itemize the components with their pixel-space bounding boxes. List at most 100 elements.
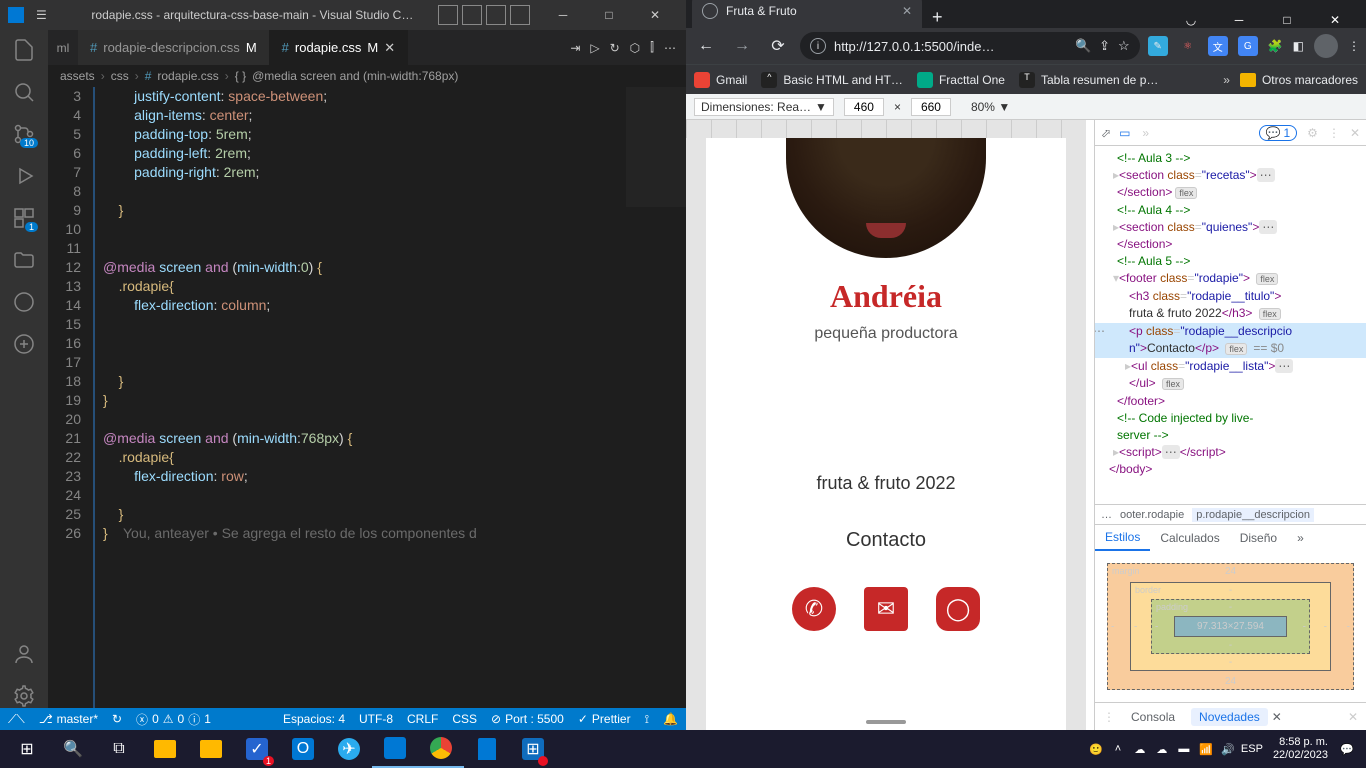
maximize-button[interactable]: □ xyxy=(586,0,632,30)
split-icon[interactable]: ⫿ xyxy=(650,40,654,55)
hamburger-icon[interactable]: ☰ xyxy=(36,8,47,22)
back-button[interactable]: ← xyxy=(692,37,720,55)
chrome-menu-button[interactable]: ⋮ xyxy=(1348,39,1360,53)
bell-icon[interactable]: 🔔 xyxy=(663,712,678,726)
settings-icon[interactable] xyxy=(12,684,36,708)
site-info-icon[interactable]: i xyxy=(810,38,826,54)
profile-avatar[interactable] xyxy=(1314,34,1338,58)
panel-right-icon[interactable] xyxy=(486,5,506,25)
vscode-titlebar[interactable]: ☰ rodapie.css - arquitectura-css-base-ma… xyxy=(0,0,686,30)
bookmarks-overflow[interactable]: » xyxy=(1223,73,1230,87)
bookmark-tabla[interactable]: TTabla resumen de p… xyxy=(1019,72,1158,88)
address-bar[interactable]: i http://127.0.0.1:5500/inde… 🔍 ⇪ ☆ xyxy=(800,32,1140,60)
chrome-taskbar[interactable] xyxy=(418,730,464,768)
telegram-taskbar[interactable]: ✈ xyxy=(326,730,372,768)
todo-taskbar[interactable]: ✓1 xyxy=(234,730,280,768)
device-toggle-icon[interactable]: ▭ xyxy=(1119,126,1130,140)
tab-rodapie-descripcion[interactable]: #rodapie-descripcion.css M xyxy=(78,30,270,65)
elements-breadcrumb[interactable]: … ooter.rodapie p.rodapie__descripcion xyxy=(1095,504,1366,524)
forward-button[interactable]: → xyxy=(728,37,756,55)
preview-resizer[interactable]: ⋮⋮ xyxy=(1086,120,1094,730)
start-button[interactable]: ⊞ xyxy=(4,730,50,768)
close-drawer-tab[interactable]: ✕ xyxy=(1272,710,1282,724)
vscode-taskbar[interactable] xyxy=(372,730,418,768)
chrome-tab[interactable]: Fruta & Fruto ✕ xyxy=(692,0,922,28)
email-icon[interactable]: ✉ xyxy=(864,587,908,631)
live-share-icon[interactable] xyxy=(12,332,36,356)
drawer-novedades[interactable]: Novedades xyxy=(1191,708,1268,726)
bookmark-gmail[interactable]: Gmail xyxy=(694,72,747,88)
drawer-close-icon[interactable]: ✕ xyxy=(1348,710,1358,724)
explorer-icon[interactable] xyxy=(12,38,36,62)
extensions-icon[interactable]: 1 xyxy=(12,206,36,230)
tray-overflow[interactable]: ˄ xyxy=(1109,740,1127,758)
star-icon[interactable]: ☆ xyxy=(1118,38,1130,54)
encoding-indicator[interactable]: UTF-8 xyxy=(359,712,393,726)
new-tab-button[interactable]: + xyxy=(932,7,943,28)
selected-element[interactable]: <p class="rodapie__descripcio xyxy=(1095,323,1366,340)
drag-handle[interactable] xyxy=(866,720,906,724)
sync-icon[interactable]: ↻ xyxy=(112,712,122,726)
code-editor[interactable]: 3456789101112131415161718192021222324252… xyxy=(48,87,686,708)
outlook-taskbar[interactable]: O xyxy=(280,730,326,768)
close-button[interactable]: ✕ xyxy=(632,0,678,30)
box-model[interactable]: margin 24 24 - - border ---- padding ---… xyxy=(1095,551,1366,702)
search-icon[interactable] xyxy=(12,80,36,104)
close-tab-icon[interactable]: ✕ xyxy=(902,4,912,18)
devtools-tabs-overflow[interactable]: » xyxy=(1142,126,1149,140)
refresh-icon[interactable]: ↻ xyxy=(610,41,620,55)
edge-icon[interactable] xyxy=(12,290,36,314)
wifi-icon[interactable]: 📶 xyxy=(1197,740,1215,758)
drawer-consola[interactable]: Consola xyxy=(1123,708,1183,726)
volume-icon[interactable]: 🔊 xyxy=(1219,740,1237,758)
share-icon[interactable]: ⇪ xyxy=(1099,38,1110,54)
tab-rodapie[interactable]: #rodapie.css M ✕ xyxy=(270,30,408,65)
elements-tree[interactable]: <!-- Aula 3 --> ▸<section class="recetas… xyxy=(1095,146,1366,504)
remote-indicator[interactable]: ⟋⟍ xyxy=(8,712,25,727)
source-control-icon[interactable]: 10 xyxy=(12,122,36,146)
run-debug-icon[interactable] xyxy=(12,164,36,188)
tab-estilos[interactable]: Estilos xyxy=(1095,525,1150,551)
devtools-close-icon[interactable]: ✕ xyxy=(1350,126,1360,140)
tab-overflow[interactable]: ml xyxy=(48,30,78,65)
minimap[interactable] xyxy=(626,87,686,708)
devtools-menu-icon[interactable]: ⋮ xyxy=(1328,126,1340,140)
bookmark-fracttal[interactable]: Fracttal One xyxy=(917,72,1005,88)
instagram-icon[interactable]: ◯ xyxy=(936,587,980,631)
clock[interactable]: 8:58 p. m. 22/02/2023 xyxy=(1267,736,1334,762)
spaces-indicator[interactable]: Espacios: 4 xyxy=(283,712,345,726)
branch-indicator[interactable]: ⎇ master* xyxy=(39,712,98,726)
chrome-minimize-button[interactable]: ─ xyxy=(1216,5,1262,35)
zoom-icon[interactable]: 🔍 xyxy=(1075,38,1091,54)
prettier-indicator[interactable]: ✓ Prettier xyxy=(578,712,631,726)
sidepanel-button[interactable]: ◧ xyxy=(1293,39,1304,53)
height-input[interactable] xyxy=(911,98,951,116)
tab-calculados[interactable]: Calculados xyxy=(1150,525,1229,551)
go-icon[interactable]: ⇥ xyxy=(570,41,580,55)
minimize-button[interactable]: ─ xyxy=(540,0,586,30)
inspect-icon[interactable]: ⬀ xyxy=(1101,126,1111,140)
ext-icon-2[interactable]: G xyxy=(1238,36,1258,56)
drawer-menu-icon[interactable]: ⋮ xyxy=(1103,710,1115,724)
account-icon[interactable] xyxy=(12,642,36,666)
react-devtools-icon[interactable]: ⚛ xyxy=(1178,36,1198,56)
notifications-icon[interactable]: 💬 xyxy=(1338,740,1356,758)
pinned-app[interactable] xyxy=(464,730,510,768)
weather-icon[interactable]: ☁ xyxy=(1131,740,1149,758)
eol-indicator[interactable]: CRLF xyxy=(407,712,438,726)
zoom-select[interactable]: 80% ▼ xyxy=(971,100,1010,114)
panel-bottom-icon[interactable] xyxy=(462,5,482,25)
devtools-settings-icon[interactable]: ⚙ xyxy=(1307,126,1318,140)
taskview-button[interactable]: ⧉ xyxy=(96,730,142,768)
other-bookmarks[interactable]: Otros marcadores xyxy=(1240,73,1358,87)
bookmark-basic-html[interactable]: ^Basic HTML and HT… xyxy=(761,72,903,88)
folder-icon[interactable] xyxy=(12,248,36,272)
reload-button[interactable]: ⟳ xyxy=(764,36,792,56)
run-icon[interactable]: ▷ xyxy=(590,41,599,55)
meet-now-icon[interactable]: 🙂 xyxy=(1087,740,1105,758)
ext-icon[interactable]: ✎ xyxy=(1148,36,1168,56)
pinned-app-2[interactable]: ⊞ xyxy=(510,730,556,768)
more-icon[interactable]: ⋯ xyxy=(664,41,676,55)
tweet-icon[interactable]: ⟟ xyxy=(645,712,649,727)
layout-icon[interactable] xyxy=(510,5,530,25)
